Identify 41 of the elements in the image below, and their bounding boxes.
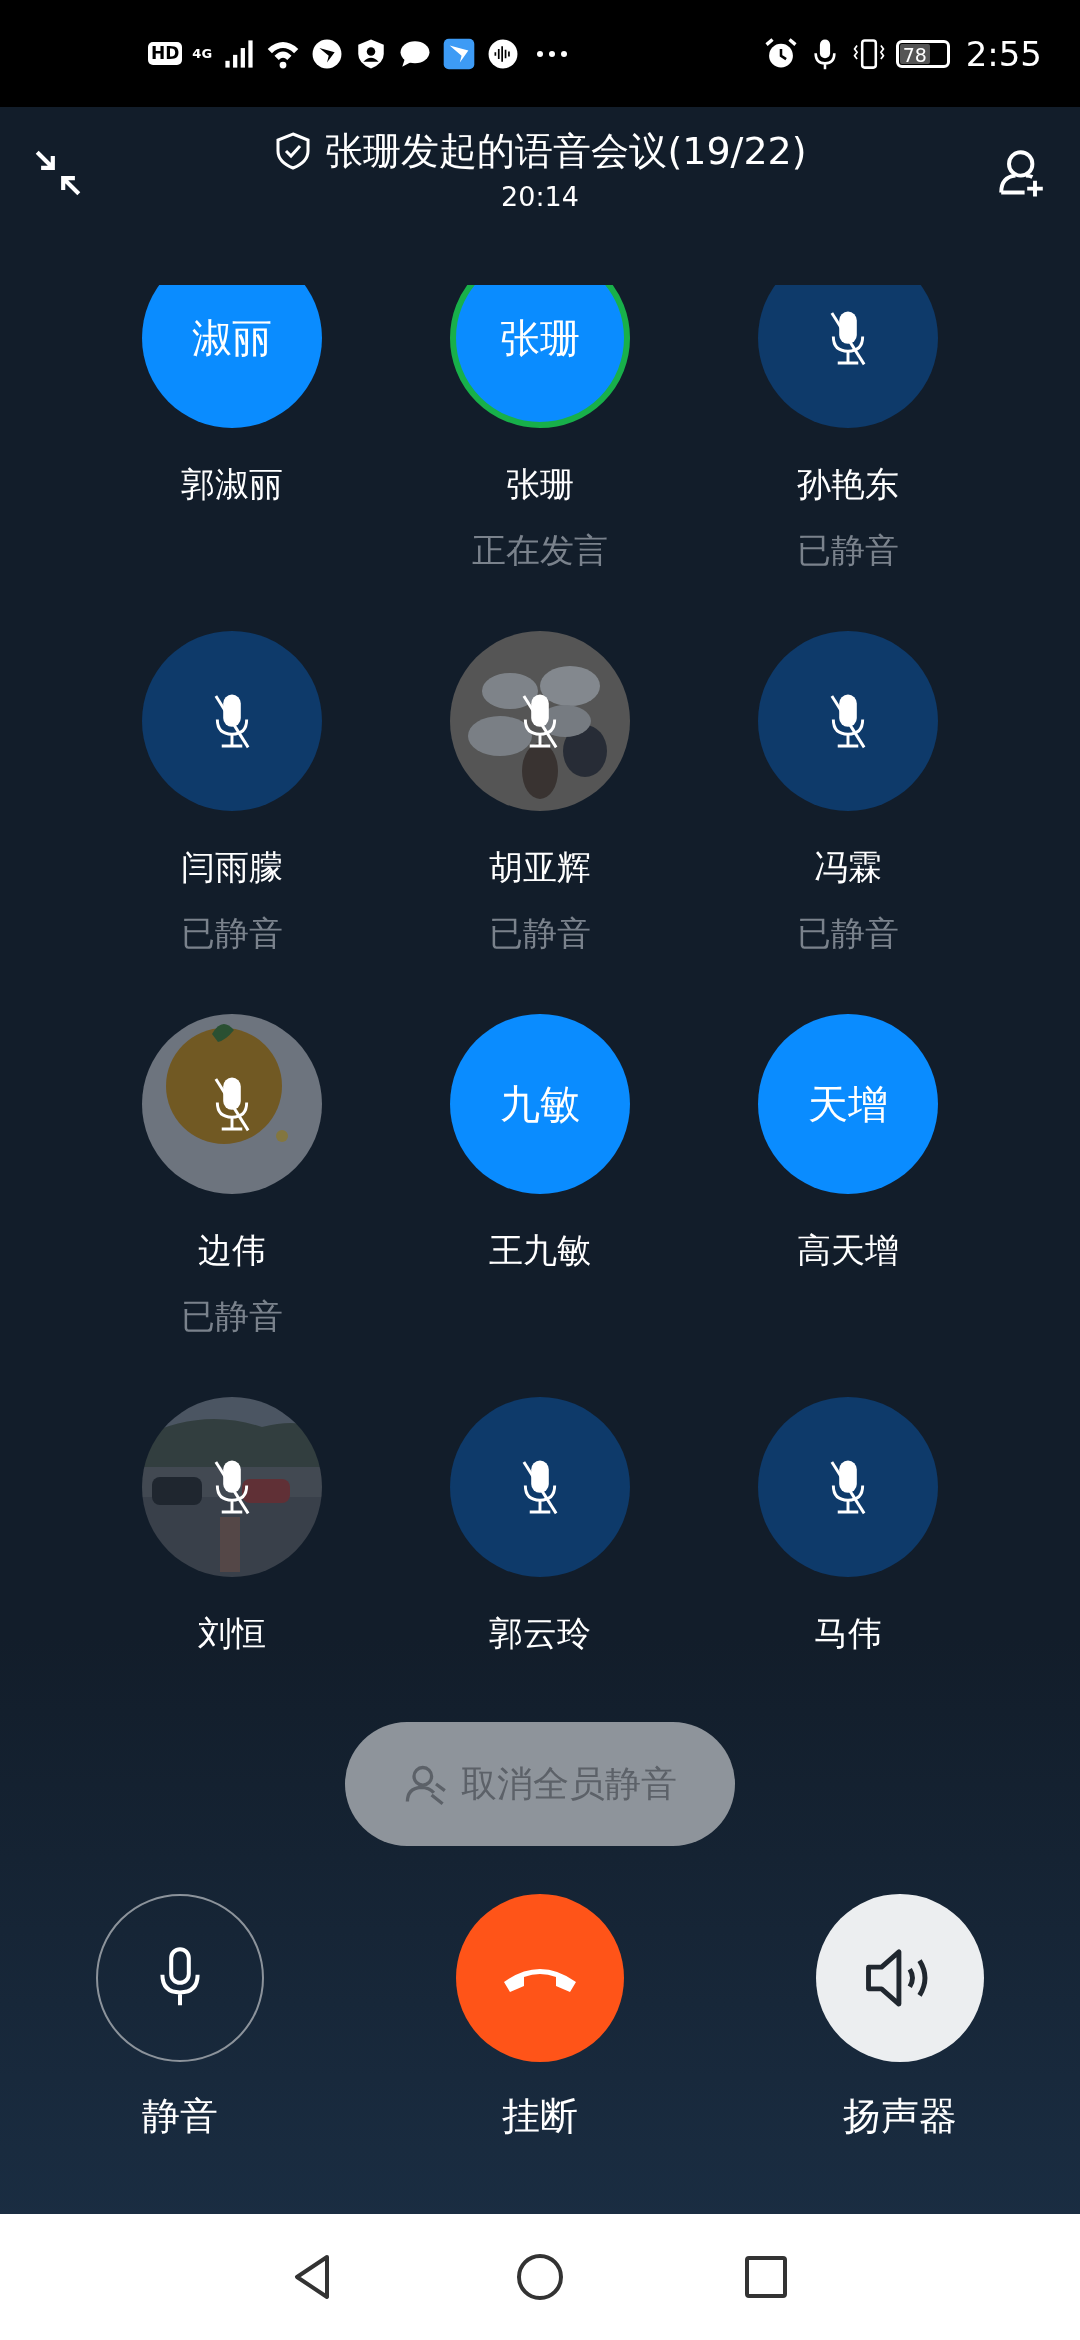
control-label: 挂断 [502,2093,578,2140]
avatar[interactable]: 天增 [758,1014,938,1194]
participant-name: 郭云玲 [489,1612,591,1655]
clock-time: 2:55 [965,33,1042,74]
vibrate-icon [851,36,886,71]
participant-name: 张珊 [506,463,574,506]
alarm-icon [763,36,798,71]
home-icon[interactable] [515,2252,565,2302]
participant-name: 边伟 [198,1229,266,1272]
avatar-initials: 天增 [808,1079,888,1129]
avatar[interactable]: 九敏 [450,1014,630,1194]
call-duration: 20:14 [501,180,579,214]
participant-name: 刘恒 [198,1612,266,1655]
avatar-initials: 张珊 [500,313,580,363]
participant-status: 已静音 [181,1295,283,1338]
avatar[interactable]: 张珊 [450,285,630,428]
participant-name: 胡亚辉 [489,846,591,889]
network-label: 4G [192,47,213,60]
participant-status: 已静音 [797,912,899,955]
battery-icon: 78 [895,39,950,68]
participant-name: 王九敏 [489,1229,591,1272]
participant-name: 孙艳东 [797,463,899,506]
hd-icon: HD [148,42,183,65]
app-icon [442,36,477,71]
participant-name: 冯霖 [814,846,882,889]
mute-button[interactable] [96,1894,264,2062]
participant-name: 高天增 [797,1229,899,1272]
control-label: 静音 [142,2093,218,2140]
avatar-initials: 淑丽 [192,313,272,363]
meeting-title: 张珊发起的语音会议(19/22) [325,128,807,175]
more-icon [536,49,569,58]
participant-status: 已静音 [489,912,591,955]
participant-name: 闫雨朦 [181,846,283,889]
avatar[interactable]: 淑丽 [142,285,322,428]
participant-status: 已静音 [181,912,283,955]
participant-name: 郭淑丽 [181,463,283,506]
avatar-initials: 九敏 [500,1079,580,1129]
participant-name: 马伟 [814,1612,882,1655]
participant-status: 正在发言 [472,529,608,572]
control-label: 扬声器 [843,2093,957,2140]
participant-status: 已静音 [797,529,899,572]
